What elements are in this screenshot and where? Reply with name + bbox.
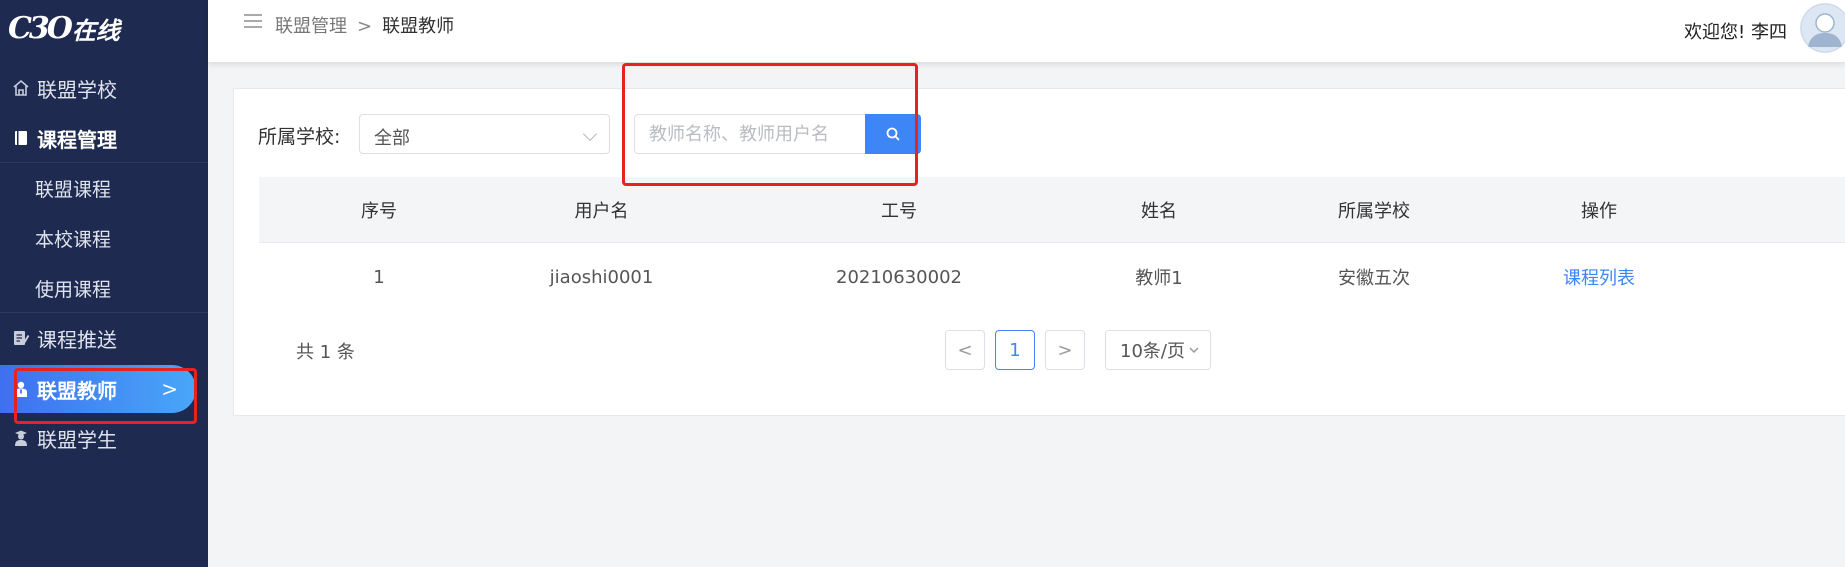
welcome-text: 欢迎您! 李四	[1684, 22, 1787, 43]
sidebar-item-label: 联盟学生	[37, 427, 117, 452]
sidebar-item-label: 使用课程	[35, 278, 112, 301]
sidebar-item-label: 联盟教师	[37, 378, 117, 403]
column-header: 工号	[881, 201, 917, 222]
column-header: 姓名	[1141, 201, 1177, 222]
chevron-down-icon	[1189, 347, 1199, 354]
sidebar-item-course-management[interactable]: 课程管理	[0, 114, 208, 162]
search-input[interactable]	[634, 114, 866, 154]
breadcrumb-separator: >	[357, 16, 373, 37]
sidebar-item-alliance-courses[interactable]: 联盟课程	[0, 164, 208, 212]
page-number: 1	[1009, 339, 1021, 361]
sidebar-item-label: 课程推送	[37, 327, 117, 352]
school-filter-label: 所属学校:	[258, 126, 341, 148]
sidebar-item-label: 联盟学校	[37, 77, 117, 102]
logo-text: 在线	[71, 16, 120, 45]
page-size-select[interactable]: 10条/页	[1105, 330, 1211, 370]
table-row: 1 jiaoshi0001 20210630002 教师1 安徽五次 课程列表	[259, 244, 1845, 310]
chevron-right-icon: >	[1057, 339, 1073, 361]
book-icon	[11, 128, 31, 148]
student-icon	[11, 428, 31, 448]
sidebar-item-school-courses[interactable]: 本校课程	[0, 214, 208, 262]
course-list-link[interactable]: 课程列表	[1539, 244, 1659, 310]
cell-username: jiaoshi0001	[549, 266, 654, 288]
chevron-down-icon	[582, 126, 598, 142]
logo: C3O 在线	[8, 8, 120, 48]
top-header: 联盟管理 > 联盟教师 欢迎您! 李四	[208, 0, 1845, 62]
search-icon	[886, 127, 900, 141]
menu-icon[interactable]	[244, 14, 262, 28]
school-select[interactable]: 全部	[359, 114, 610, 154]
school-icon	[11, 78, 31, 98]
school-select-value: 全部	[374, 128, 410, 149]
breadcrumb: 联盟管理 > 联盟教师	[275, 12, 454, 38]
cell-index: 1	[373, 266, 385, 288]
sidebar-item-label: 课程管理	[37, 127, 117, 152]
page-number-button[interactable]: 1	[995, 330, 1035, 370]
teacher-icon	[11, 379, 31, 399]
total-count: 共 1 条	[296, 342, 355, 363]
column-header: 所属学校	[1338, 201, 1410, 222]
sidebar-item-label: 本校课程	[35, 228, 112, 251]
column-header: 序号	[361, 201, 397, 222]
chevron-right-icon: >	[161, 377, 178, 401]
sidebar-item-alliance-teachers[interactable]: 联盟教师 >	[0, 365, 196, 413]
next-page-button[interactable]: >	[1045, 330, 1085, 370]
column-header: 操作	[1581, 201, 1617, 222]
sidebar-item-alliance-students[interactable]: 联盟学生	[0, 414, 208, 462]
divider	[0, 312, 208, 313]
breadcrumb-parent[interactable]: 联盟管理	[275, 16, 347, 37]
sidebar-item-label: 联盟课程	[35, 178, 112, 201]
prev-page-button[interactable]: <	[945, 330, 985, 370]
chevron-left-icon: <	[957, 339, 973, 361]
table-header: 序号 用户名 工号 姓名 所属学校 操作	[259, 177, 1845, 243]
avatar[interactable]	[1800, 3, 1845, 53]
cell-job-number: 20210630002	[836, 266, 962, 288]
divider	[0, 162, 208, 163]
sidebar-item-alliance-schools[interactable]: 联盟学校	[0, 64, 208, 112]
breadcrumb-current: 联盟教师	[382, 16, 455, 37]
edit-doc-icon	[11, 328, 31, 348]
cell-school: 安徽五次	[1338, 268, 1410, 289]
column-header: 用户名	[574, 201, 629, 222]
search-button[interactable]	[865, 114, 921, 154]
sidebar: C3O 在线 联盟学校 课程管理 联盟课程 本校课程 使用课程 课程推送 联盟教…	[0, 0, 208, 567]
page-size-value: 10条/页	[1120, 341, 1185, 362]
cell-name: 教师1	[1135, 268, 1183, 289]
sidebar-item-used-courses[interactable]: 使用课程	[0, 264, 208, 312]
sidebar-item-course-push[interactable]: 课程推送	[0, 314, 208, 362]
logo-mark: C3O	[8, 10, 73, 46]
